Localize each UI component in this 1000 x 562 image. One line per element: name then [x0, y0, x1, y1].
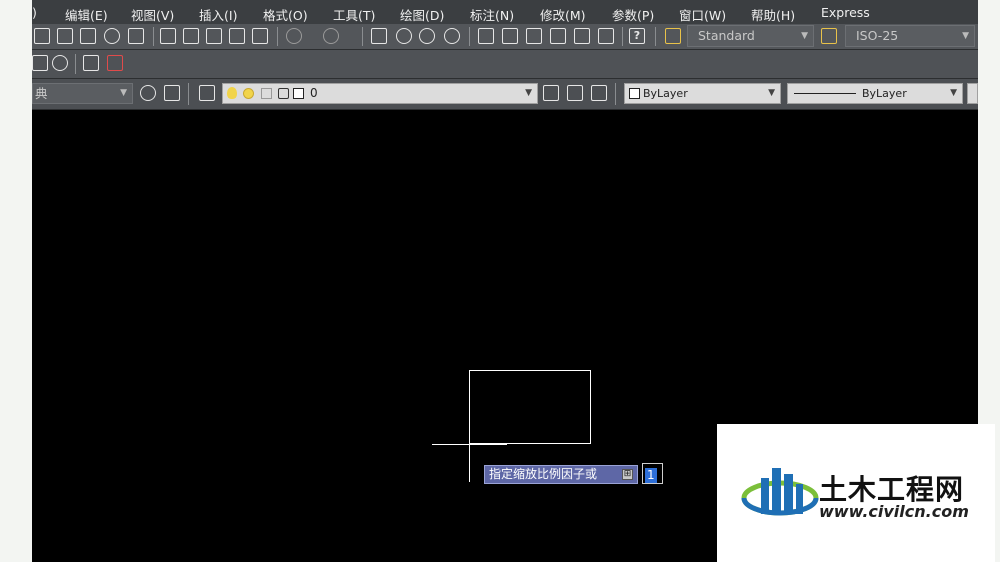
- redo-icon[interactable]: [323, 28, 339, 44]
- chevron-down-icon: ▼: [950, 88, 957, 98]
- toolbar-separator: [469, 27, 470, 46]
- unlocked-icon: [278, 88, 289, 99]
- customize-icon[interactable]: [164, 85, 180, 101]
- quick-calc-icon[interactable]: [598, 28, 614, 44]
- menu-item-view[interactable]: 视图(V): [131, 5, 174, 24]
- menu-item-window[interactable]: 窗口(W): [679, 5, 726, 24]
- dynamic-input-prompt: 指定缩放比例因子或 ⊞: [484, 465, 638, 484]
- drawn-rectangle[interactable]: [469, 370, 591, 444]
- prompt-text: 指定缩放比例因子或: [489, 467, 598, 481]
- zoom-realtime-icon[interactable]: [396, 28, 412, 44]
- chevron-down-icon: ▼: [801, 31, 808, 41]
- help-icon[interactable]: ?: [629, 28, 645, 44]
- layer-states-icon[interactable]: [591, 85, 607, 101]
- menu-item-express[interactable]: Express: [821, 5, 870, 20]
- toolbar-separator: [75, 54, 76, 74]
- chevron-down-icon: ▼: [962, 31, 969, 41]
- toolbar-separator: [362, 27, 363, 46]
- toolbar-separator: [188, 83, 189, 105]
- menu-item-parametric[interactable]: 参数(P): [612, 5, 654, 24]
- workspace-value: 典: [35, 86, 48, 101]
- block-editor-icon[interactable]: [252, 28, 268, 44]
- undo-icon[interactable]: [286, 28, 302, 44]
- chevron-down-icon: ▼: [768, 88, 775, 98]
- workspace-settings-icon[interactable]: [140, 85, 156, 101]
- pan-icon[interactable]: [371, 28, 387, 44]
- menu-item-format[interactable]: 格式(O): [263, 5, 308, 24]
- menu-item-dimension[interactable]: 标注(N): [470, 5, 514, 24]
- toolbar-separator: [622, 27, 623, 46]
- menu-item-draw[interactable]: 绘图(D): [400, 5, 444, 24]
- watermark-url: www.civilcn.com: [819, 502, 969, 521]
- workspace-dropdown[interactable]: 典 ▼: [32, 83, 133, 104]
- zoom-previous-icon[interactable]: [444, 28, 460, 44]
- text-style-value: Standard: [698, 28, 755, 43]
- paste-icon[interactable]: [206, 28, 222, 44]
- delete-view-icon[interactable]: [107, 55, 123, 71]
- layer-name: 0: [310, 86, 318, 100]
- color-swatch: [629, 88, 640, 99]
- standard-toolbar: ? Standard ▼ ISO-25 ▼: [32, 24, 978, 50]
- layer-previous-icon[interactable]: [567, 85, 583, 101]
- dimension-style-dropdown[interactable]: ISO-25 ▼: [845, 25, 975, 47]
- make-current-layer-icon[interactable]: [543, 85, 559, 101]
- menu-item-help[interactable]: 帮助(H): [751, 5, 795, 24]
- chevron-down-icon: ▼: [120, 88, 127, 98]
- tool-palettes-icon[interactable]: [526, 28, 542, 44]
- lineweight-dropdown-partial[interactable]: [967, 83, 978, 104]
- match-properties-icon[interactable]: [229, 28, 245, 44]
- publish-icon[interactable]: [80, 28, 96, 44]
- lightbulb-icon: [227, 87, 237, 99]
- chevron-down-icon: ▼: [525, 88, 532, 98]
- linetype-dropdown[interactable]: ByLayer ▼: [787, 83, 963, 104]
- sheet-set-manager-icon[interactable]: [550, 28, 566, 44]
- properties-icon[interactable]: [478, 28, 494, 44]
- crosshair-vertical: [469, 407, 470, 482]
- layer-properties-icon[interactable]: [199, 85, 215, 101]
- watermark-logo: 土木工程网 www.civilcn.com: [717, 424, 995, 562]
- menu-item-modify[interactable]: 修改(M): [540, 5, 586, 24]
- toolbar-separator: [615, 83, 616, 105]
- scale-factor-input[interactable]: 1: [642, 463, 663, 484]
- layer-color-swatch: [293, 88, 304, 99]
- color-value: ByLayer: [643, 87, 688, 100]
- color-dropdown[interactable]: ByLayer ▼: [624, 83, 781, 104]
- plot-icon[interactable]: [34, 28, 50, 44]
- sheet-set-icon[interactable]: [128, 28, 144, 44]
- menu-item-partial[interactable]: ): [32, 5, 37, 20]
- view-manager-icon[interactable]: [32, 55, 48, 71]
- 3d-dwf-icon[interactable]: [104, 28, 120, 44]
- zoom-window-icon[interactable]: [419, 28, 435, 44]
- menu-item-edit[interactable]: 编辑(E): [65, 5, 108, 24]
- view-toolbar: [32, 50, 978, 79]
- linetype-value: ByLayer: [862, 87, 907, 100]
- viewport-freeze-icon: [261, 88, 272, 99]
- dimension-style-icon[interactable]: [821, 28, 837, 44]
- markup-set-manager-icon[interactable]: [574, 28, 590, 44]
- menu-bar: ) 编辑(E) 视图(V) 插入(I) 格式(O) 工具(T) 绘图(D) 标注…: [32, 0, 978, 24]
- toolbar-separator: [153, 27, 154, 46]
- civilcn-logo-icon: [741, 468, 819, 516]
- 3d-box-icon[interactable]: [83, 55, 99, 71]
- options-toggle-icon[interactable]: ⊞: [622, 469, 633, 480]
- layers-toolbar: 典 ▼ 0 ▼ ByLayer ▼ ByLayer ▼: [32, 79, 978, 110]
- toolbar-separator: [655, 27, 656, 46]
- dimension-style-value: ISO-25: [856, 28, 899, 43]
- toolbar-separator: [277, 27, 278, 46]
- menu-item-tools[interactable]: 工具(T): [333, 5, 375, 24]
- linetype-sample: [794, 93, 856, 94]
- plot-preview-icon[interactable]: [57, 28, 73, 44]
- no-selection-icon[interactable]: [52, 55, 68, 71]
- scale-factor-value: 1: [645, 468, 657, 483]
- copy-icon[interactable]: [183, 28, 199, 44]
- cut-icon[interactable]: [160, 28, 176, 44]
- text-style-icon[interactable]: [665, 28, 681, 44]
- sun-icon: [243, 88, 254, 99]
- layer-dropdown[interactable]: 0 ▼: [222, 83, 538, 104]
- text-style-dropdown[interactable]: Standard ▼: [687, 25, 814, 47]
- design-center-icon[interactable]: [502, 28, 518, 44]
- menu-item-insert[interactable]: 插入(I): [199, 5, 237, 24]
